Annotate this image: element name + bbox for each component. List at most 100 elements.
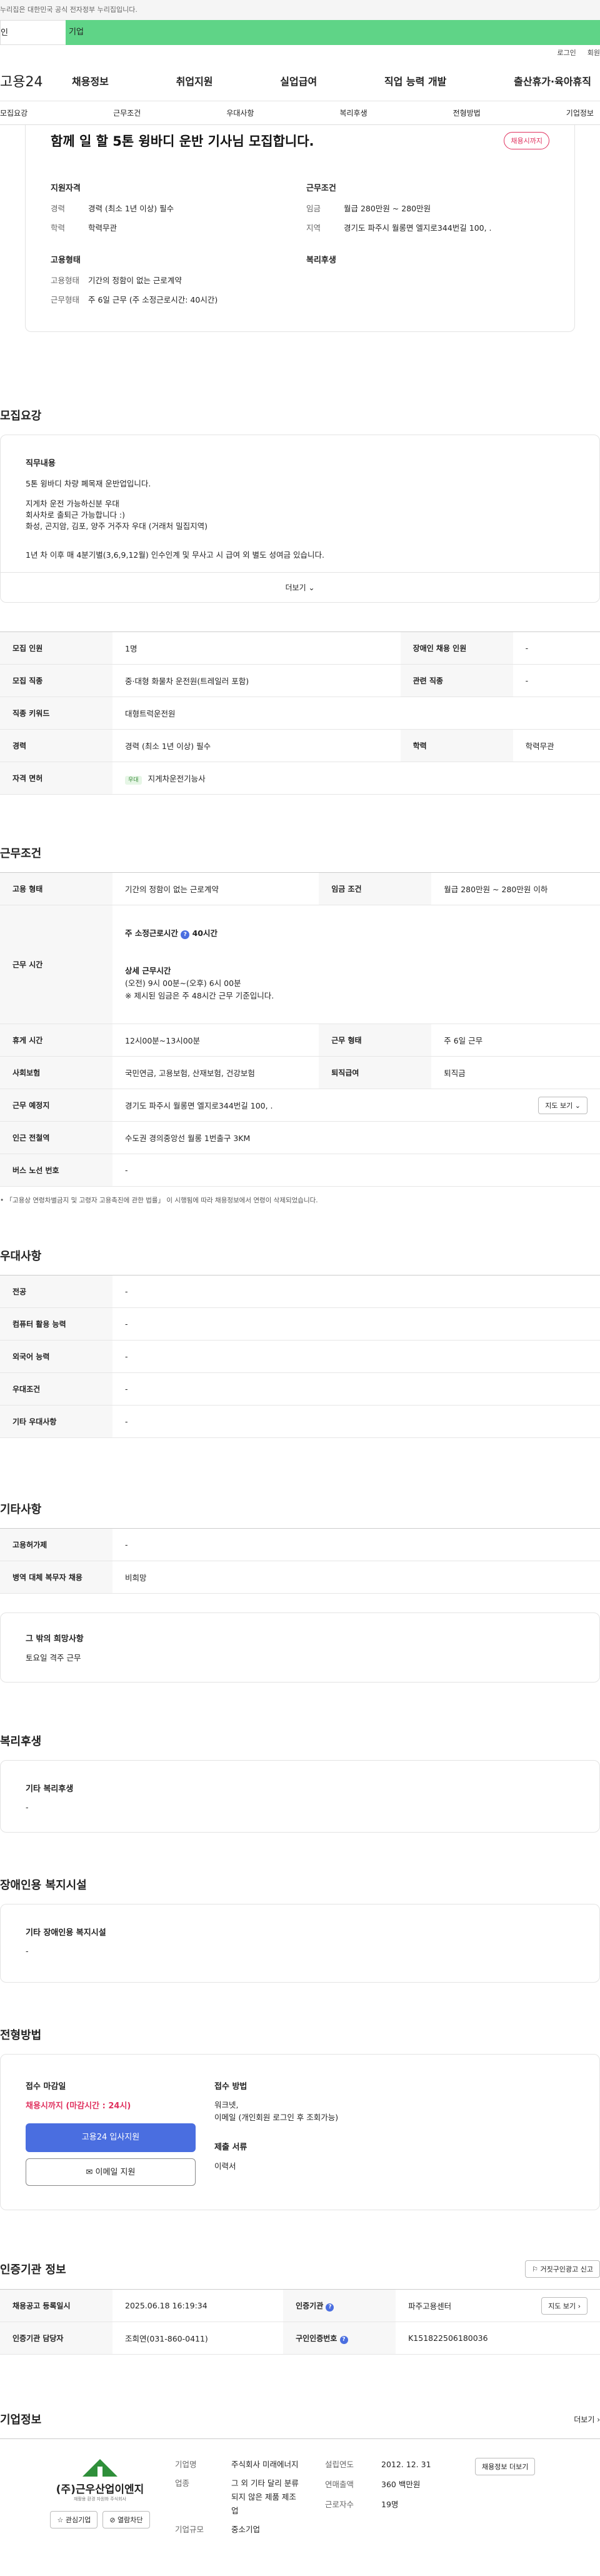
gnb-item-leave[interactable]: 출산휴가·육아휴직 <box>514 73 591 88</box>
welfare-value: - <box>26 1803 29 1812</box>
duty-box: 직무내용 5톤 윙바디 차량 폐목재 운반업입니다. 지게차 운전 가능하신분 우… <box>0 435 600 603</box>
info-icon[interactable]: ? <box>181 930 190 939</box>
gnb-item-benefit[interactable]: 실업급여 <box>280 73 317 88</box>
summary-career-key: 경력 <box>51 204 66 213</box>
summary-emp-heading: 고용형태 <box>51 256 81 265</box>
more-button[interactable]: 더보기 ⌄ <box>1 572 599 602</box>
util-bar: 로그인 회원 <box>0 45 600 60</box>
gov-notice: 누리집은 대한민국 공식 전자정부 누리집입니다. <box>0 0 600 20</box>
age-note: • 「고용상 연령차별금지 및 고령자 고용촉진에 관한 법률」 이 시행됨에 … <box>0 1197 318 1204</box>
disab-value: - <box>26 1946 29 1956</box>
gnb-item-support[interactable]: 취업지원 <box>176 73 213 88</box>
favorite-button[interactable]: ☆ 관심기업 <box>50 2511 98 2528</box>
org-map-button[interactable]: 지도 보기 › <box>541 2297 588 2315</box>
chevron-down-icon: ⌄ <box>574 1101 581 1110</box>
method-heading: 접수 방법 <box>214 2082 248 2091</box>
table-row: 자격 면허 우대 지게차운전기능사 <box>0 762 600 795</box>
work-hours-value: 주 소정근로시간 ? 40시간 상세 근무시간 (오전) 9시 00분~(오후)… <box>112 905 600 1024</box>
anchor-pref[interactable]: 우대사항 <box>226 108 254 118</box>
deadline-heading: 접수 마감일 <box>26 2082 66 2091</box>
company-sales-row: 연매출액 360 백만원 <box>325 2478 475 2492</box>
work-detail-note: ※ 제시된 임금은 주 48시간 근무 기준입니다. <box>125 990 274 1000</box>
row-value: 1명 <box>112 631 401 665</box>
summary-edu-value: 학력무관 <box>88 223 118 233</box>
gnb-item-training[interactable]: 직업 능력 개발 <box>384 73 446 88</box>
work-row-place: 근무 예정지 경기도 파주시 월롱면 엘지로344번길 100, . 지도 보기 ⌄ <box>0 1089 600 1122</box>
duty-line: 화성, 곤지암, 김포, 양주 거주자 우대 (거래처 밀집지역) <box>26 521 208 531</box>
etc-table: 고용허가제 - 병역 대체 복무자 채용 비희망 <box>0 1528 600 1594</box>
process-title: 전형방법 <box>0 2029 42 2042</box>
auth-num-value: K151822506180036 <box>396 2322 600 2355</box>
etc-section: 기타사항 고용허가제 - 병역 대체 복무자 채용 비희망 그 밖의 희망사항 토요일… <box>0 1501 600 1683</box>
company-section: 기업정보 더보기 › (주)근우산업이엔지 재활용 환경 자원화 주식회사 ☆ … <box>0 2411 600 2576</box>
row-key: 기타 우대사항 <box>0 1405 112 1438</box>
summary-cond: 근무조건 임금 월급 280만원 ~ 280만원 지역 경기도 파주시 월롱면 엘지… <box>306 181 549 241</box>
work-detail-heading: 상세 근무시간 <box>125 965 171 975</box>
email-apply-button[interactable]: ✉ 이메일 지원 <box>26 2158 196 2186</box>
summary-career-value: 경력 (최소 1년 이상) 필수 <box>88 204 174 213</box>
table-row: 전공 - <box>0 1275 600 1308</box>
age-note-text: 「고용상 연령차별금지 및 고령자 고용촉진에 관한 법률」 이 시행됨에 따라… <box>6 1197 318 1204</box>
company-info-1: 기업명 주식회사 미래에너지 업종 그 외 기타 달리 분류되지 않은 제품 제조업… <box>175 2458 325 2576</box>
work-sev-key: 퇴직급여 <box>319 1056 432 1089</box>
work-table: 고용 형태 기간의 정함이 없는 근로계약 임금 조건 월급 280만원 ~ 280만… <box>0 872 600 1187</box>
map-button[interactable]: 지도 보기 ⌄ <box>538 1096 588 1114</box>
company-logo-sub: 재활용 환경 자원화 주식회사 <box>74 2497 126 2502</box>
work-rest-value: 12시00분~13시00분 <box>112 1024 319 1057</box>
company-size-value: 중소기업 <box>231 2525 261 2534</box>
docs-heading: 제출 서류 <box>214 2143 248 2152</box>
auth-org-text: 파주고용센터 <box>408 2302 452 2311</box>
table-row: 우대조건 - <box>0 1372 600 1406</box>
work-form-key: 근무 형태 <box>319 1024 432 1057</box>
table-row: 병역 대체 복무자 채용 비희망 <box>0 1561 600 1594</box>
company-header: 기업정보 더보기 › <box>0 2411 600 2427</box>
login-link[interactable]: 로그인 <box>557 48 576 58</box>
company-actions: ☆ 관심기업 ⊘ 열람차단 <box>25 2511 175 2528</box>
job-header: 함께 일 할 5톤 윙바디 운반 기사님 모집합니다. 채용시까지 <box>51 125 549 156</box>
other-jobs-button[interactable]: 채용정보 더보기 <box>475 2458 536 2475</box>
summary-wage: 임금 월급 280만원 ~ 280만원 <box>306 202 549 214</box>
pref-section: 우대사항 전공 - 컴퓨터 활용 능력 - 외국어 능력 - 우대조건 - 기타 우대사항 - <box>0 1247 600 1438</box>
apply-button[interactable]: 고용24 입사지원 <box>26 2123 196 2152</box>
tab-personal[interactable]: 인 <box>0 20 66 45</box>
etc-title: 기타사항 <box>0 1503 42 1516</box>
favorite-label: 관심기업 <box>65 2516 91 2524</box>
work-row-type: 고용 형태 기간의 정함이 없는 근로계약 임금 조건 월급 280만원 ~ 280만… <box>0 872 600 905</box>
report-button[interactable]: ⚐ 거짓구인광고 신고 <box>525 2260 600 2278</box>
anchor-nav: 모집요강 근무조건 우대사항 복리후생 전형방법 기업정보 <box>0 101 600 125</box>
auth-section: 인증기관 정보 ⚐ 거짓구인광고 신고 채용공고 등록일시 2025.06.18 … <box>0 2260 600 2355</box>
map-button-label: 지도 보기 <box>545 1101 573 1110</box>
tab-company-label: 기업 <box>69 28 84 37</box>
work-subway-value: 수도권 경의중앙선 월롱 1번출구 3KM <box>112 1121 600 1154</box>
summary-type-key: 고용형태 <box>51 276 80 285</box>
company-logo-text: (주)근우산업이엔지 <box>56 2483 144 2496</box>
tab-company[interactable]: 기업 <box>66 20 600 45</box>
license-name: 지게차운전기능사 <box>148 774 206 783</box>
info-icon[interactable]: ? <box>339 2335 348 2344</box>
more-label: 더보기 <box>285 583 306 592</box>
company-name-value: 주식회사 미래에너지 <box>231 2460 299 2469</box>
row-key: 학력 <box>400 729 513 762</box>
work-section: 근무조건 고용 형태 기간의 정함이 없는 근로계약 임금 조건 월급 280만원 ~… <box>0 845 600 1205</box>
company-est-key: 설립연도 <box>325 2460 354 2469</box>
site-logo[interactable]: 고용24 <box>0 71 72 91</box>
table-row: 외국어 능력 - <box>0 1340 600 1373</box>
anchor-work[interactable]: 근무조건 <box>113 108 141 118</box>
welfare-title: 복리후생 <box>0 1735 42 1748</box>
anchor-process[interactable]: 전형방법 <box>453 108 481 118</box>
work-hours-weekly: 주 소정근로시간 ? 40시간 <box>125 927 600 940</box>
anchor-welfare[interactable]: 복리후생 <box>339 108 367 118</box>
anchor-recruit[interactable]: 모집요강 <box>0 108 28 118</box>
auth-title: 인증기관 정보 <box>0 2263 66 2277</box>
auth-num-label: 구인인증번호 <box>296 2333 338 2343</box>
summary-type: 고용형태 기간의 정함이 없는 근로계약 <box>51 274 294 286</box>
anchor-company[interactable]: 기업정보 <box>566 108 594 118</box>
info-icon[interactable]: ? <box>326 2303 334 2312</box>
work-form-value: 주 6일 근무 <box>431 1024 600 1057</box>
block-button[interactable]: ⊘ 열람차단 <box>102 2511 150 2528</box>
join-link[interactable]: 회원 <box>588 48 600 58</box>
work-place-key: 근무 예정지 <box>0 1089 112 1122</box>
work-row-subway: 인근 전철역 수도권 경의중앙선 월롱 1번출구 3KM <box>0 1121 600 1154</box>
company-more-link[interactable]: 더보기 › <box>574 2414 600 2425</box>
gnb-item-jobs[interactable]: 채용정보 <box>72 73 109 88</box>
